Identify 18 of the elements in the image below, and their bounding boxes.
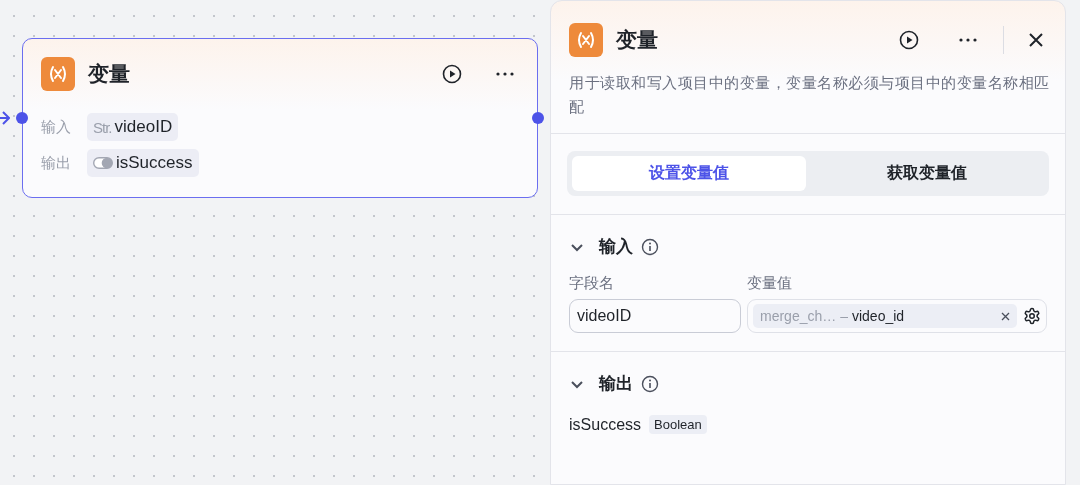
section-title: 输出 bbox=[599, 373, 633, 395]
variable-tag: isSuccess bbox=[87, 149, 199, 177]
port-label: 输入 bbox=[41, 117, 72, 137]
output-name: isSuccess bbox=[569, 415, 642, 434]
column-label: 变量值 bbox=[747, 274, 793, 293]
node-card[interactable]: 变量 输入 Str. videoID 输出 isSuccess bbox=[22, 38, 538, 198]
tab[interactable]: 获取变量值 bbox=[810, 156, 1044, 191]
column-label: 字段名 bbox=[569, 274, 615, 293]
variable-tag: Str. videoID bbox=[87, 113, 179, 141]
panel-title: 变量 bbox=[616, 27, 659, 53]
section-title: 输入 bbox=[599, 236, 633, 258]
name-field[interactable]: videoID bbox=[569, 299, 741, 333]
type-tag: Boolean bbox=[649, 415, 707, 434]
panel-description: 用于读取和写入项目中的变量，变量名称必须与项目中的变量名称相匹配 bbox=[551, 57, 1065, 134]
value-field[interactable]: merge_ch… – video_id bbox=[747, 299, 1047, 333]
port-label: 输出 bbox=[41, 153, 72, 173]
node-title: 变量 bbox=[88, 61, 131, 87]
tab[interactable]: 设置变量值 bbox=[572, 156, 806, 191]
